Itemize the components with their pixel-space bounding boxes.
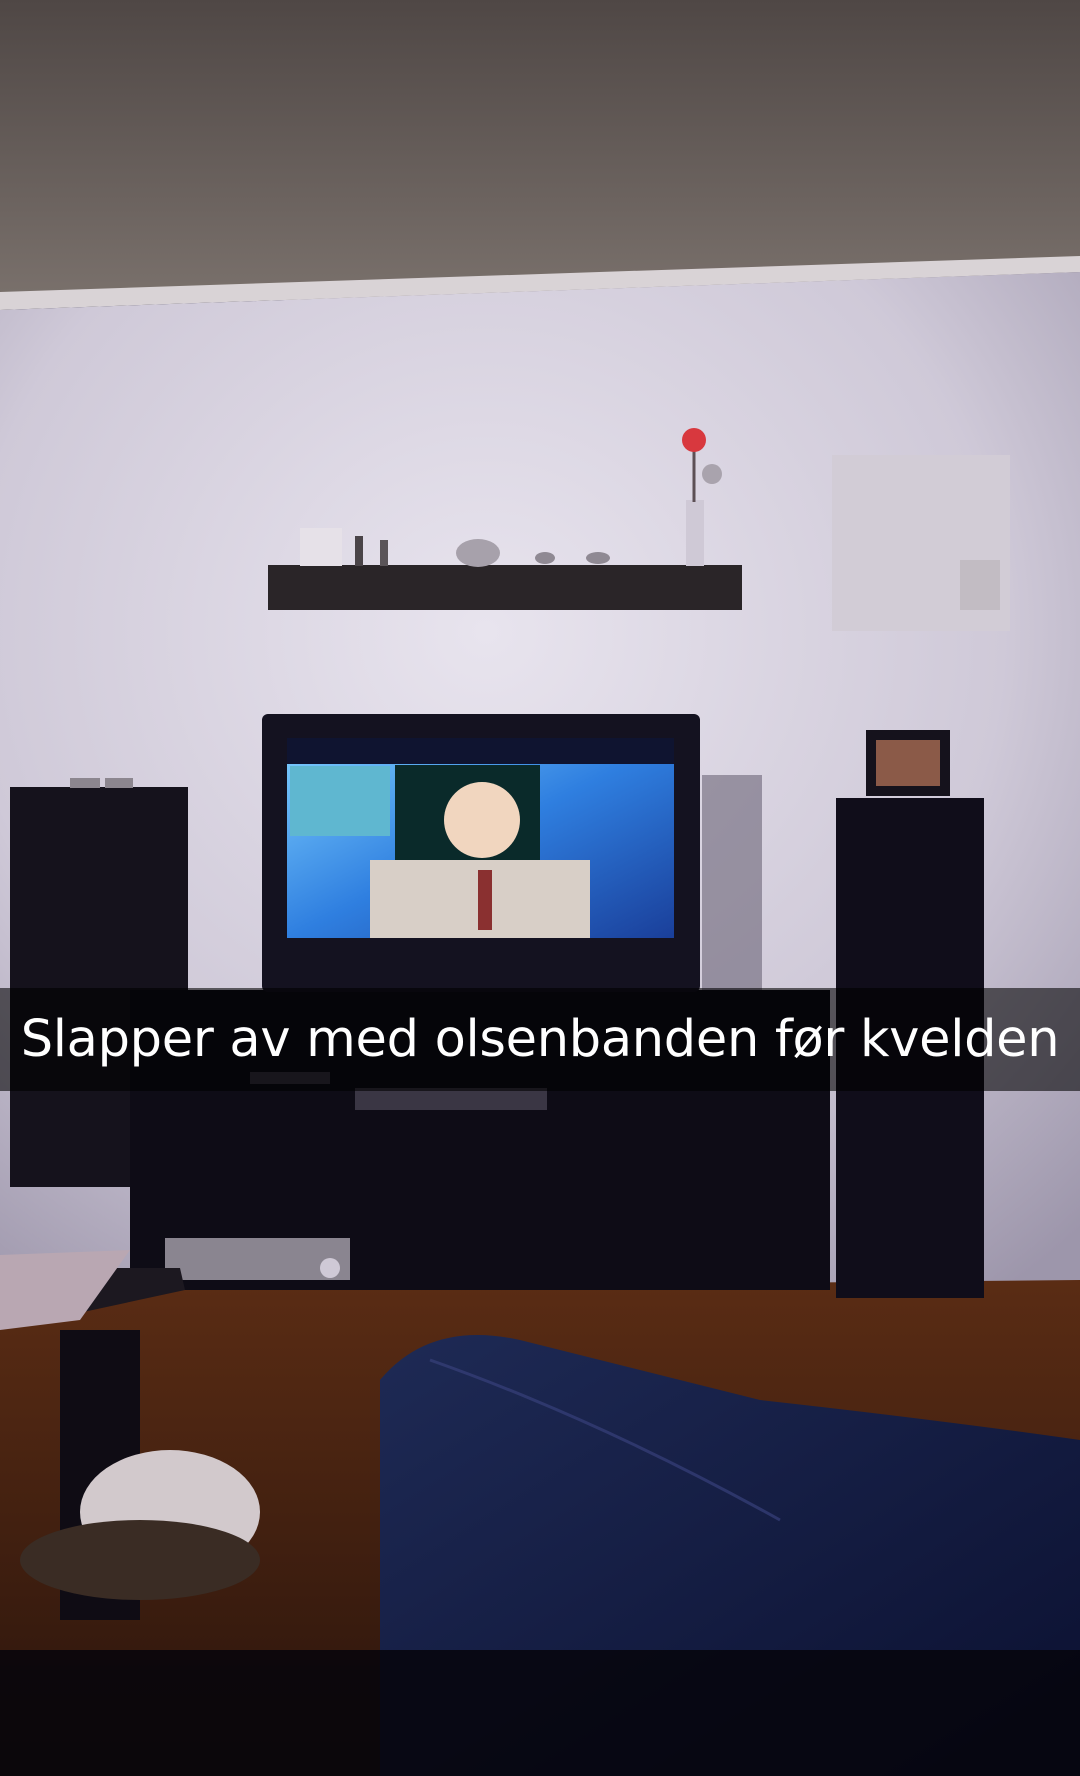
dried-flower	[702, 464, 722, 484]
red-flower	[682, 428, 706, 452]
wall-painting-texture	[960, 560, 1000, 610]
tv-screen-dark-band	[287, 738, 674, 764]
photo-frame-picture	[876, 740, 940, 786]
foreground-shadow	[0, 1650, 1080, 1776]
shelf-object	[535, 552, 555, 564]
tv-screen-left	[290, 766, 390, 836]
speaker-top-item	[70, 778, 100, 788]
shelf-object-card	[300, 528, 342, 566]
caption-bar[interactable]: Slapper av med olsenbanden før kvelden	[0, 988, 1080, 1091]
shelf-object	[456, 539, 500, 567]
shelf-object	[586, 552, 610, 564]
shelf-object	[380, 540, 388, 566]
tv-person-tie	[478, 870, 492, 930]
pet	[20, 1520, 260, 1600]
speaker-top-item	[105, 778, 133, 788]
living-room-photo	[0, 0, 1080, 1776]
flower-vase	[686, 500, 704, 566]
tv-person-head	[444, 782, 520, 858]
media-player	[355, 1088, 547, 1110]
ceiling	[0, 0, 1080, 300]
wall-shelf	[268, 565, 742, 610]
caption-text: Slapper av med olsenbanden før kvelden	[20, 1010, 1060, 1069]
shelf-object	[355, 536, 363, 566]
tall-vase	[702, 775, 762, 995]
amplifier-knob	[320, 1258, 340, 1278]
